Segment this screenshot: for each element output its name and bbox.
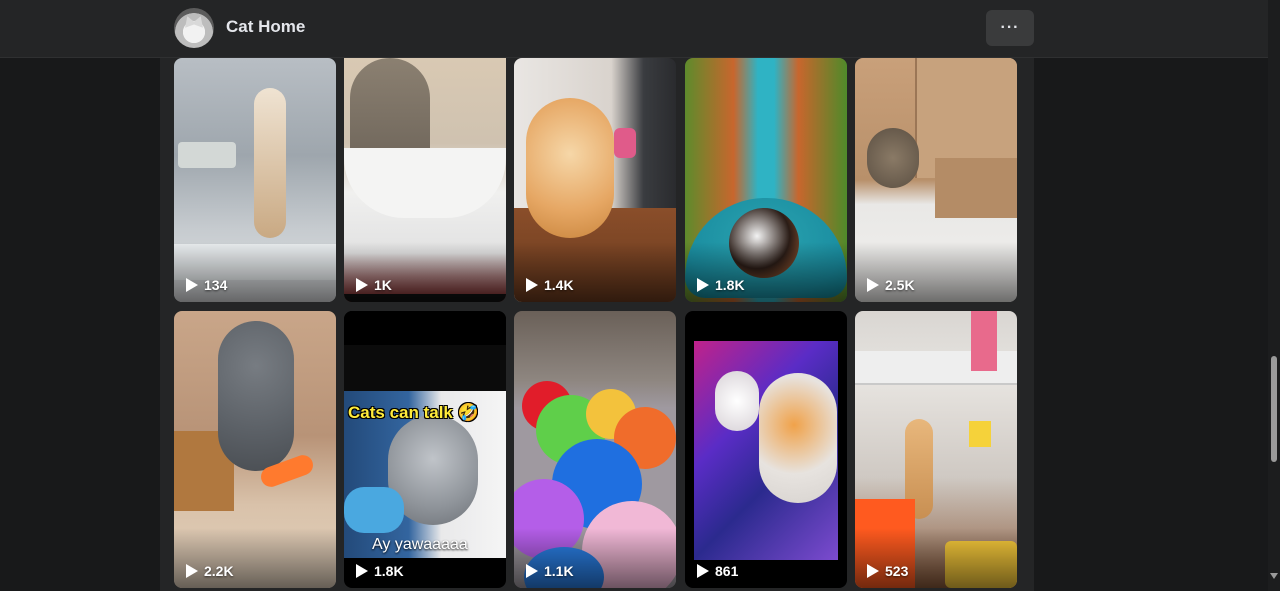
reel-tile[interactable]: 2.5K — [855, 58, 1017, 302]
view-count-label: 523 — [885, 563, 909, 579]
view-count: 1.8K — [697, 277, 745, 293]
play-icon — [186, 278, 198, 292]
top-bar: Cat Home ··· — [0, 0, 1268, 58]
thumbnail-shade — [514, 528, 676, 588]
scroll-down-arrow-icon[interactable] — [1270, 573, 1278, 579]
play-icon — [356, 564, 368, 578]
reel-tile[interactable]: 1.8K — [685, 58, 847, 302]
thumbnail-shade — [174, 528, 336, 588]
view-count-label: 1K — [374, 277, 392, 293]
view-count-label: 1.8K — [715, 277, 745, 293]
litter-box — [178, 142, 236, 168]
avatar-ear — [191, 14, 207, 28]
play-icon — [867, 564, 879, 578]
view-count: 134 — [186, 277, 227, 293]
thumbnail-shade — [344, 242, 506, 302]
thumbnail-shade — [855, 242, 1017, 302]
view-count-label: 134 — [204, 277, 228, 293]
cardboard-box — [935, 158, 1017, 218]
view-count-label: 1.4K — [544, 277, 574, 293]
view-count: 1.8K — [356, 563, 404, 579]
view-count: 1.1K — [526, 563, 574, 579]
thumbnail-shade — [174, 242, 336, 302]
cat-figure — [715, 371, 759, 431]
play-icon — [697, 278, 709, 292]
play-icon — [697, 564, 709, 578]
more-horizontal-icon: ··· — [1000, 19, 1020, 36]
reel-tile[interactable]: 523 — [855, 311, 1017, 588]
band — [344, 345, 506, 391]
brush — [614, 128, 636, 158]
view-count: 2.2K — [186, 563, 234, 579]
view-count: 2.5K — [867, 277, 915, 293]
reel-tile[interactable]: 1.1K — [514, 311, 676, 588]
view-count: 1K — [356, 277, 392, 293]
view-count-label: 2.2K — [204, 563, 234, 579]
view-count-label: 1.8K — [374, 563, 404, 579]
reel-tile[interactable]: Cats can talk 🤣 Ay yawaaaaa 1.8K — [344, 311, 506, 588]
reel-tile[interactable]: 1K — [344, 58, 506, 302]
view-count: 1.4K — [526, 277, 574, 293]
page-scrollbar[interactable] — [1268, 0, 1280, 591]
cat-figure — [218, 321, 294, 471]
cat-figure — [867, 128, 919, 188]
cat-figure — [254, 88, 286, 238]
scrollbar-thumb[interactable] — [1271, 356, 1277, 462]
video-subtitle: Ay yawaaaaa — [372, 536, 468, 553]
play-icon — [867, 278, 879, 292]
reels-grid: 134 1K 1.4K 1.8K 2.5K 2.2K Cats can talk… — [160, 58, 1034, 591]
view-count: 861 — [697, 563, 738, 579]
play-icon — [186, 564, 198, 578]
cat-figure — [759, 373, 837, 503]
thumbnail-shade — [855, 528, 1017, 588]
video-caption: Cats can talk 🤣 — [348, 403, 479, 422]
view-count: 523 — [867, 563, 908, 579]
view-count-label: 861 — [715, 563, 739, 579]
play-icon — [356, 278, 368, 292]
reel-tile[interactable]: 134 — [174, 58, 336, 302]
play-icon — [526, 564, 538, 578]
thumbnail-shade — [514, 242, 676, 302]
reel-tile[interactable]: 2.2K — [174, 311, 336, 588]
play-icon — [526, 278, 538, 292]
page-header: Cat Home ··· — [160, 0, 1034, 58]
page-title[interactable]: Cat Home — [226, 17, 305, 37]
cat-figure — [526, 98, 614, 238]
thumbnail-shade — [685, 242, 847, 302]
sticky-note — [969, 421, 991, 447]
reel-tile[interactable]: 1.4K — [514, 58, 676, 302]
glove — [344, 487, 404, 533]
view-count-label: 2.5K — [885, 277, 915, 293]
page-avatar[interactable] — [174, 8, 214, 48]
top-letterbox — [344, 311, 506, 345]
decoration — [971, 311, 997, 371]
view-count-label: 1.1K — [544, 563, 574, 579]
reel-tile[interactable]: 861 — [685, 311, 847, 588]
more-options-button[interactable]: ··· — [986, 10, 1034, 46]
